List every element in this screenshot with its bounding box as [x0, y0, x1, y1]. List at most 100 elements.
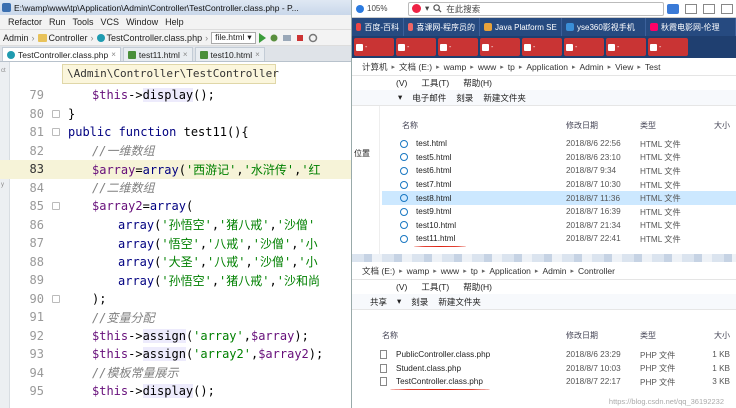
address-segment[interactable]: www: [478, 62, 496, 72]
browser-tab[interactable]: yse360影视手机: [562, 18, 646, 36]
address-segment[interactable]: Admin: [542, 266, 566, 276]
navigation-pane[interactable]: 位置: [352, 106, 380, 254]
menu-tools[interactable]: 工具(T): [421, 77, 449, 89]
mini-tab[interactable]: -: [522, 38, 562, 56]
mini-tab[interactable]: -: [396, 38, 436, 56]
address-segment[interactable]: Test: [645, 62, 661, 72]
browser-tab[interactable]: 喜课网-程序员的: [404, 18, 480, 36]
run-config-dropdown[interactable]: file.html ▾: [211, 31, 256, 44]
column-size[interactable]: 大小: [714, 120, 730, 131]
address-bar[interactable]: 计算机 ▸ 文档 (E:) ▸ wamp ▸ www ▸ tp ▸ Application…: [352, 58, 736, 76]
fold-marker[interactable]: [52, 202, 60, 211]
close-icon[interactable]: ×: [183, 50, 188, 59]
file-row[interactable]: test.html 2018/8/6 22:56 HTML 文件: [382, 137, 736, 151]
address-segment[interactable]: wamp: [444, 62, 467, 72]
nav-crumb-controller[interactable]: Controller: [37, 33, 88, 43]
file-row[interactable]: PublicController.class.php 2018/8/6 23:29…: [362, 348, 736, 362]
file-row[interactable]: Student.class.php 2018/8/7 10:03 PHP 文件 1 K…: [362, 362, 736, 376]
menu-view[interactable]: (V): [396, 282, 407, 292]
file-row[interactable]: test11.html 2018/8/7 22:41 HTML 文件: [382, 232, 736, 246]
address-bar[interactable]: 文档 (E:) ▸ wamp ▸ www ▸ tp ▸ Application ▸ Adm…: [352, 262, 736, 280]
file-row-selected[interactable]: test8.html 2018/8/7 11:36 HTML 文件: [382, 191, 736, 205]
code-lines[interactable]: 79 $this->display(); 80 } 81 public func…: [0, 86, 351, 401]
address-segment[interactable]: Controller: [578, 266, 615, 276]
file-row[interactable]: test10.html 2018/8/7 21:34 HTML 文件: [382, 219, 736, 233]
email-button[interactable]: 电子邮件: [412, 92, 446, 104]
fold-marker[interactable]: [52, 109, 60, 118]
browser-tab[interactable]: 秋霞电影网-伦理: [646, 18, 736, 36]
browser-tab[interactable]: 百度-百科: [352, 18, 404, 36]
column-size[interactable]: 大小: [714, 330, 730, 341]
address-segment[interactable]: 文档 (E:): [362, 265, 395, 277]
address-segment[interactable]: wamp: [407, 266, 430, 276]
mini-tab[interactable]: -: [564, 38, 604, 56]
share-button[interactable]: 共享: [370, 296, 387, 308]
menu-help[interactable]: 帮助(H): [463, 281, 492, 293]
namespace-breadcrumb[interactable]: \Admin\Controller\TestController: [62, 64, 279, 84]
mini-tab[interactable]: -: [354, 38, 394, 56]
menu-window[interactable]: Window: [126, 17, 158, 27]
address-segment[interactable]: 文档 (E:): [399, 61, 432, 73]
address-segment[interactable]: tp: [508, 62, 515, 72]
nav-crumb-file[interactable]: TestController.class.php: [96, 33, 202, 43]
run-icon[interactable]: [258, 32, 266, 43]
nav-crumb-admin[interactable]: Admin: [3, 33, 29, 43]
column-type[interactable]: 类型: [640, 330, 656, 341]
menu-refactor[interactable]: Refactor: [8, 17, 42, 27]
mini-tab[interactable]: -: [606, 38, 646, 56]
new-folder-button[interactable]: 新建文件夹: [483, 92, 526, 104]
menu-tools[interactable]: 工具(T): [421, 281, 449, 293]
close-icon[interactable]: ×: [111, 50, 116, 59]
mini-tab[interactable]: -: [648, 38, 688, 56]
menu-help[interactable]: 帮助(H): [463, 77, 492, 89]
nav-pane-label[interactable]: 位置: [354, 148, 370, 159]
menu-run[interactable]: Run: [49, 17, 66, 27]
menu-icon[interactable]: [721, 3, 733, 14]
menu-help[interactable]: Help: [165, 17, 184, 27]
reader-icon[interactable]: [703, 3, 715, 14]
debug-icon[interactable]: [269, 33, 279, 43]
column-name[interactable]: 名称: [402, 120, 418, 131]
file-row[interactable]: test6.html 2018/8/7 9:34 HTML 文件: [382, 164, 736, 178]
new-folder-button[interactable]: 新建文件夹: [438, 296, 481, 308]
fold-marker[interactable]: [52, 128, 60, 137]
burn-button[interactable]: 刻录: [411, 296, 428, 308]
burn-button[interactable]: 刻录: [456, 92, 473, 104]
close-icon[interactable]: ×: [255, 50, 260, 59]
menu-tools[interactable]: Tools: [73, 17, 94, 27]
file-row[interactable]: test7.html 2018/8/7 10:30 HTML 文件: [382, 178, 736, 192]
tab-test10[interactable]: test10.html ×: [194, 47, 265, 61]
browser-search-box[interactable]: ▾ 在此搜索: [408, 1, 664, 16]
download-icon[interactable]: [667, 3, 679, 14]
file-row[interactable]: test5.html 2018/8/6 23:10 HTML 文件: [382, 151, 736, 165]
address-segment[interactable]: 计算机: [362, 61, 388, 73]
grid-icon[interactable]: [685, 3, 697, 14]
address-segment[interactable]: www: [441, 266, 459, 276]
mini-tab[interactable]: -: [480, 38, 520, 56]
coverage-icon[interactable]: [282, 33, 292, 43]
address-segment[interactable]: Application: [489, 266, 531, 276]
tab-testcontroller[interactable]: TestController.class.php ×: [2, 47, 121, 61]
browser-tab[interactable]: Java Platform SE: [480, 18, 562, 36]
address-segment[interactable]: tp: [471, 266, 478, 276]
file-row[interactable]: TestController.class.php 2018/8/7 22:17 PH…: [362, 375, 736, 389]
tab-test11[interactable]: test11.html ×: [122, 47, 193, 61]
column-date[interactable]: 修改日期: [566, 330, 598, 341]
address-segment[interactable]: View: [615, 62, 633, 72]
chevron-down-icon[interactable]: ▾: [397, 296, 401, 307]
chevron-down-icon[interactable]: ▾: [398, 92, 402, 103]
address-segment[interactable]: Admin: [579, 62, 603, 72]
menu-vcs[interactable]: VCS: [101, 17, 120, 27]
settings-icon[interactable]: [308, 33, 318, 43]
mini-tab[interactable]: -: [438, 38, 478, 56]
menu-view[interactable]: (V): [396, 78, 407, 88]
editor-area[interactable]: ct y \Admin\Controller\TestController 79…: [0, 62, 351, 408]
stop-icon[interactable]: [295, 33, 305, 43]
fold-marker[interactable]: [52, 294, 60, 303]
address-segment[interactable]: Application: [526, 62, 568, 72]
zoom-control[interactable]: 105%: [352, 4, 408, 13]
file-row[interactable]: test9.html 2018/8/7 16:39 HTML 文件: [382, 205, 736, 219]
column-type[interactable]: 类型: [640, 120, 656, 131]
column-date[interactable]: 修改日期: [566, 120, 598, 131]
column-name[interactable]: 名称: [382, 330, 398, 341]
